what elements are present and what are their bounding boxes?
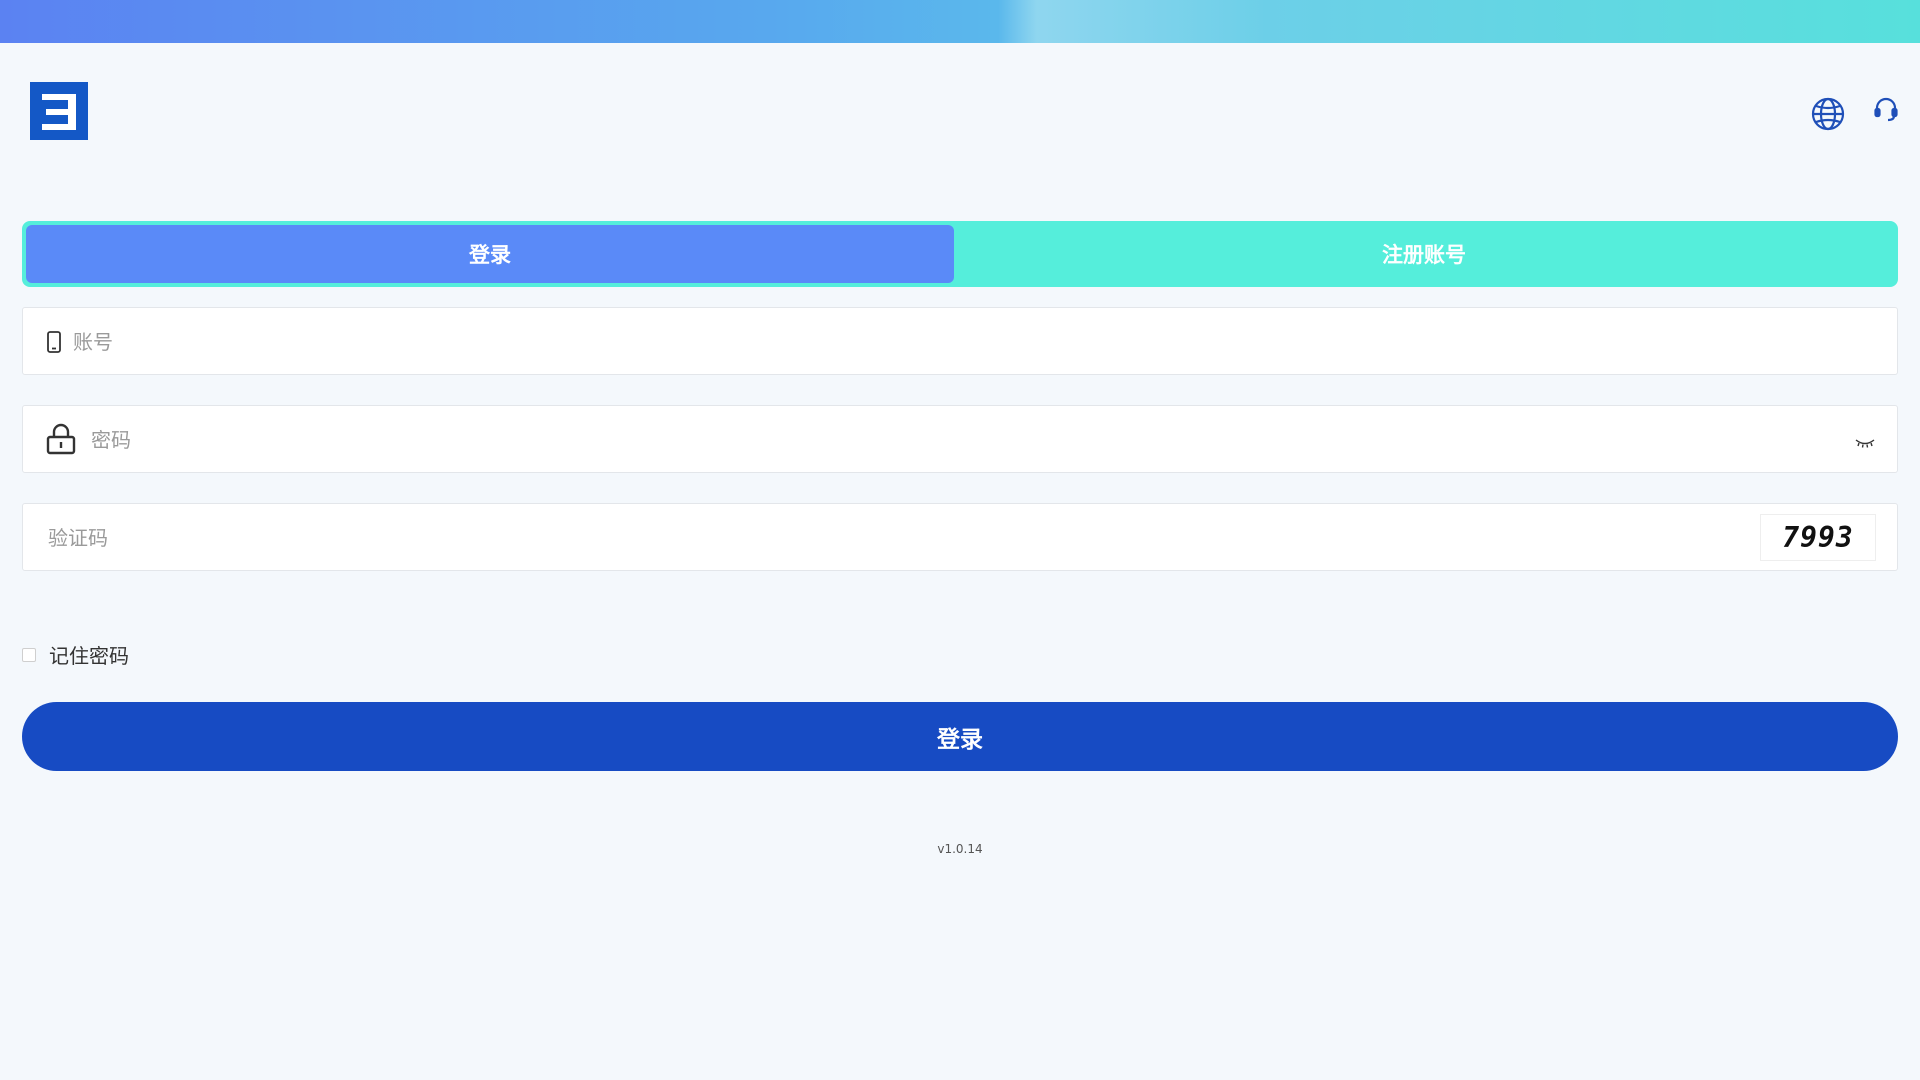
password-field — [22, 405, 1898, 474]
version-label: v1.0.14 — [937, 842, 983, 856]
password-input[interactable] — [89, 406, 1833, 474]
captcha-image[interactable]: 7993 — [1760, 514, 1876, 561]
remember-checkbox[interactable] — [22, 647, 36, 662]
auth-tabs: 登录 注册账号 — [22, 221, 1898, 287]
brand-logo — [30, 82, 88, 140]
phone-icon — [47, 331, 61, 353]
remember-label: 记住密码 — [49, 644, 129, 668]
remember-password[interactable]: 记住密码 — [22, 640, 129, 669]
account-input[interactable] — [71, 308, 1875, 376]
tab-login[interactable]: 登录 — [26, 225, 954, 283]
captcha-input[interactable] — [46, 504, 1740, 572]
top-gradient-bar — [0, 0, 1920, 43]
lock-icon — [46, 423, 76, 455]
account-field — [22, 307, 1898, 376]
tab-register[interactable]: 注册账号 — [954, 225, 1894, 283]
headset-icon[interactable] — [1874, 97, 1898, 123]
globe-icon[interactable] — [1811, 97, 1845, 131]
login-button[interactable]: 登录 — [22, 702, 1898, 771]
captcha-field: 7993 — [22, 503, 1898, 572]
eye-closed-icon[interactable] — [1855, 434, 1875, 448]
